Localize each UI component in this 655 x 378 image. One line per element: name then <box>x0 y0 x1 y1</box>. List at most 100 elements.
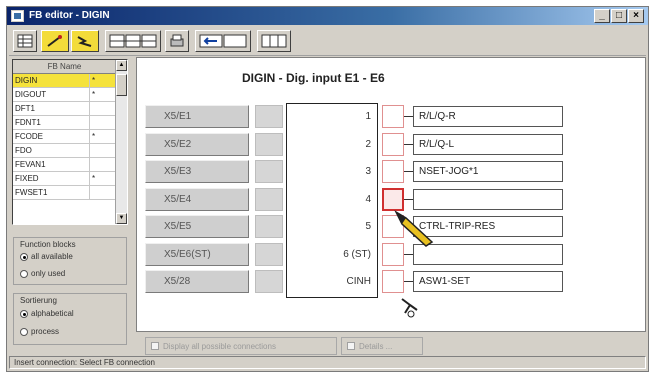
input-connector <box>255 242 283 266</box>
output-signal-field[interactable]: NSET-JOG*1 <box>413 161 563 182</box>
radio-only-used[interactable]: only used <box>20 269 65 278</box>
fb-name: FIXED <box>15 174 39 183</box>
output-signal-field[interactable] <box>413 188 563 210</box>
function-block[interactable]: 1 2 3 4 5 6 (ST) CINH <box>286 103 378 298</box>
output-pin-box[interactable] <box>382 105 404 128</box>
disconnect-wire-icon <box>76 34 94 48</box>
radio-label: process <box>31 327 60 336</box>
input-connector <box>255 105 283 128</box>
connection-wire <box>404 116 413 117</box>
table-icon <box>17 34 33 48</box>
pin-number: 1 <box>365 111 371 122</box>
function-blocks-label: Function blocks <box>20 240 76 249</box>
checkbox-icon <box>151 342 159 350</box>
connection-wire <box>404 281 413 282</box>
signal-view-icon <box>261 34 287 48</box>
radio-label: all available <box>31 252 73 261</box>
input-terminal-button[interactable]: X5/E2 <box>145 132 249 156</box>
fb-list-item[interactable]: DFT1 <box>13 102 116 116</box>
sorting-label: Sortierung <box>20 296 57 305</box>
fb-list[interactable]: FB Name DIGIN * DIGOUT * DFT1 FDNT1 FCODE * FDO F… <box>12 59 128 225</box>
signal-view-button[interactable] <box>257 30 291 52</box>
diagram-canvas[interactable]: DIGIN - Dig. input E1 - E6 X5/E1 R/L/Q-R X… <box>136 57 646 332</box>
fb-list-item[interactable]: FDO <box>13 144 116 158</box>
fb-list-item[interactable]: FCODE * <box>13 130 116 144</box>
connection-wire <box>404 143 413 145</box>
pin-number: 5 <box>365 221 371 232</box>
radio-process[interactable]: process <box>20 327 59 336</box>
input-terminal-button[interactable]: X5/E4 <box>145 187 249 211</box>
fb-flag <box>89 116 113 129</box>
connect-wire-icon <box>46 34 64 48</box>
fb-flag <box>89 186 113 199</box>
details-checkbox[interactable]: Details ... <box>341 337 423 355</box>
disconnect-wire-button[interactable] <box>71 30 99 52</box>
fb-flag: * <box>89 172 113 185</box>
fb-list-scrollbar[interactable]: ▲ ▼ <box>115 60 127 224</box>
fb-flag <box>89 102 113 115</box>
show-all-connections-checkbox[interactable]: Display all possible connections <box>145 337 337 355</box>
fb-list-item[interactable]: FWSET1 <box>13 186 116 200</box>
window-controls: _ □ × <box>594 9 644 23</box>
connection-wire <box>404 171 413 172</box>
output-pin-box[interactable] <box>382 160 404 183</box>
scroll-down-arrow-icon[interactable]: ▼ <box>116 213 127 224</box>
print-icon <box>169 34 185 48</box>
input-terminal-button[interactable]: X5/E5 <box>145 215 249 238</box>
fb-list-item[interactable]: FEVAN1 <box>13 158 116 172</box>
grid-view-icon <box>109 34 157 48</box>
radio-dot-icon <box>20 252 28 261</box>
radio-dot-icon <box>20 327 28 336</box>
fb-list-header[interactable]: FB Name <box>13 60 116 74</box>
radio-label: only used <box>31 269 66 278</box>
radio-all-available[interactable]: all available <box>20 252 73 261</box>
fb-flag <box>89 158 113 171</box>
pin-number: 3 <box>365 166 371 177</box>
print-button[interactable] <box>165 30 189 52</box>
scroll-up-arrow-icon[interactable]: ▲ <box>116 60 127 71</box>
input-terminal-button[interactable]: X5/E1 <box>145 105 249 128</box>
close-button[interactable]: × <box>628 9 644 23</box>
radio-alphabetical[interactable]: alphabetical <box>20 309 74 318</box>
input-connector <box>255 160 283 183</box>
input-terminal-button[interactable]: X5/28 <box>145 270 249 293</box>
fb-list-item[interactable]: FIXED * <box>13 172 116 186</box>
fb-list-item[interactable]: FDNT1 <box>13 116 116 130</box>
input-connector <box>255 270 283 293</box>
grid-view-button[interactable] <box>105 30 161 52</box>
output-signal-field[interactable]: ASW1-SET <box>413 271 563 292</box>
pin-number: 2 <box>365 138 371 150</box>
scroll-thumb[interactable] <box>116 74 127 96</box>
output-signal-field[interactable]: R/L/Q-L <box>413 133 563 155</box>
radio-label: alphabetical <box>31 309 74 318</box>
input-connector <box>255 132 283 156</box>
insert-button[interactable] <box>195 30 251 52</box>
fb-list-item[interactable]: DIGIN * <box>13 74 116 88</box>
input-terminal-button[interactable]: X5/E3 <box>145 160 249 183</box>
fb-name: FWSET1 <box>15 188 48 197</box>
fb-flag: * <box>89 130 113 143</box>
connect-wire-button[interactable] <box>41 30 69 52</box>
pin-number: CINH <box>346 276 371 287</box>
pen-cursor-icon <box>394 210 434 247</box>
fb-list-item[interactable]: DIGOUT * <box>13 88 116 102</box>
disconnect-cursor-icon <box>401 298 418 318</box>
output-pin-box[interactable] <box>382 132 404 156</box>
output-pin-box[interactable] <box>382 270 404 293</box>
input-terminal-button[interactable]: X5/E6(ST) <box>145 242 249 266</box>
app-icon <box>11 10 24 22</box>
fb-name: DFT1 <box>15 104 35 113</box>
checkbox-label: Details ... <box>359 341 393 351</box>
title-bar: FB editor - DIGIN _ □ × <box>7 7 648 25</box>
maximize-button[interactable]: □ <box>611 9 627 23</box>
fb-name: FEVAN1 <box>15 160 46 169</box>
table-button[interactable] <box>13 30 37 52</box>
output-signal-field[interactable]: R/L/Q-R <box>413 106 563 127</box>
connection-wire <box>404 198 413 200</box>
fb-name: FCODE <box>15 132 43 141</box>
status-bar: Insert connection: Select FB connection <box>9 356 646 369</box>
connection-wire <box>404 253 413 255</box>
fb-name: FDNT1 <box>15 118 41 127</box>
fb-flag <box>89 144 113 157</box>
minimize-button[interactable]: _ <box>594 9 610 23</box>
